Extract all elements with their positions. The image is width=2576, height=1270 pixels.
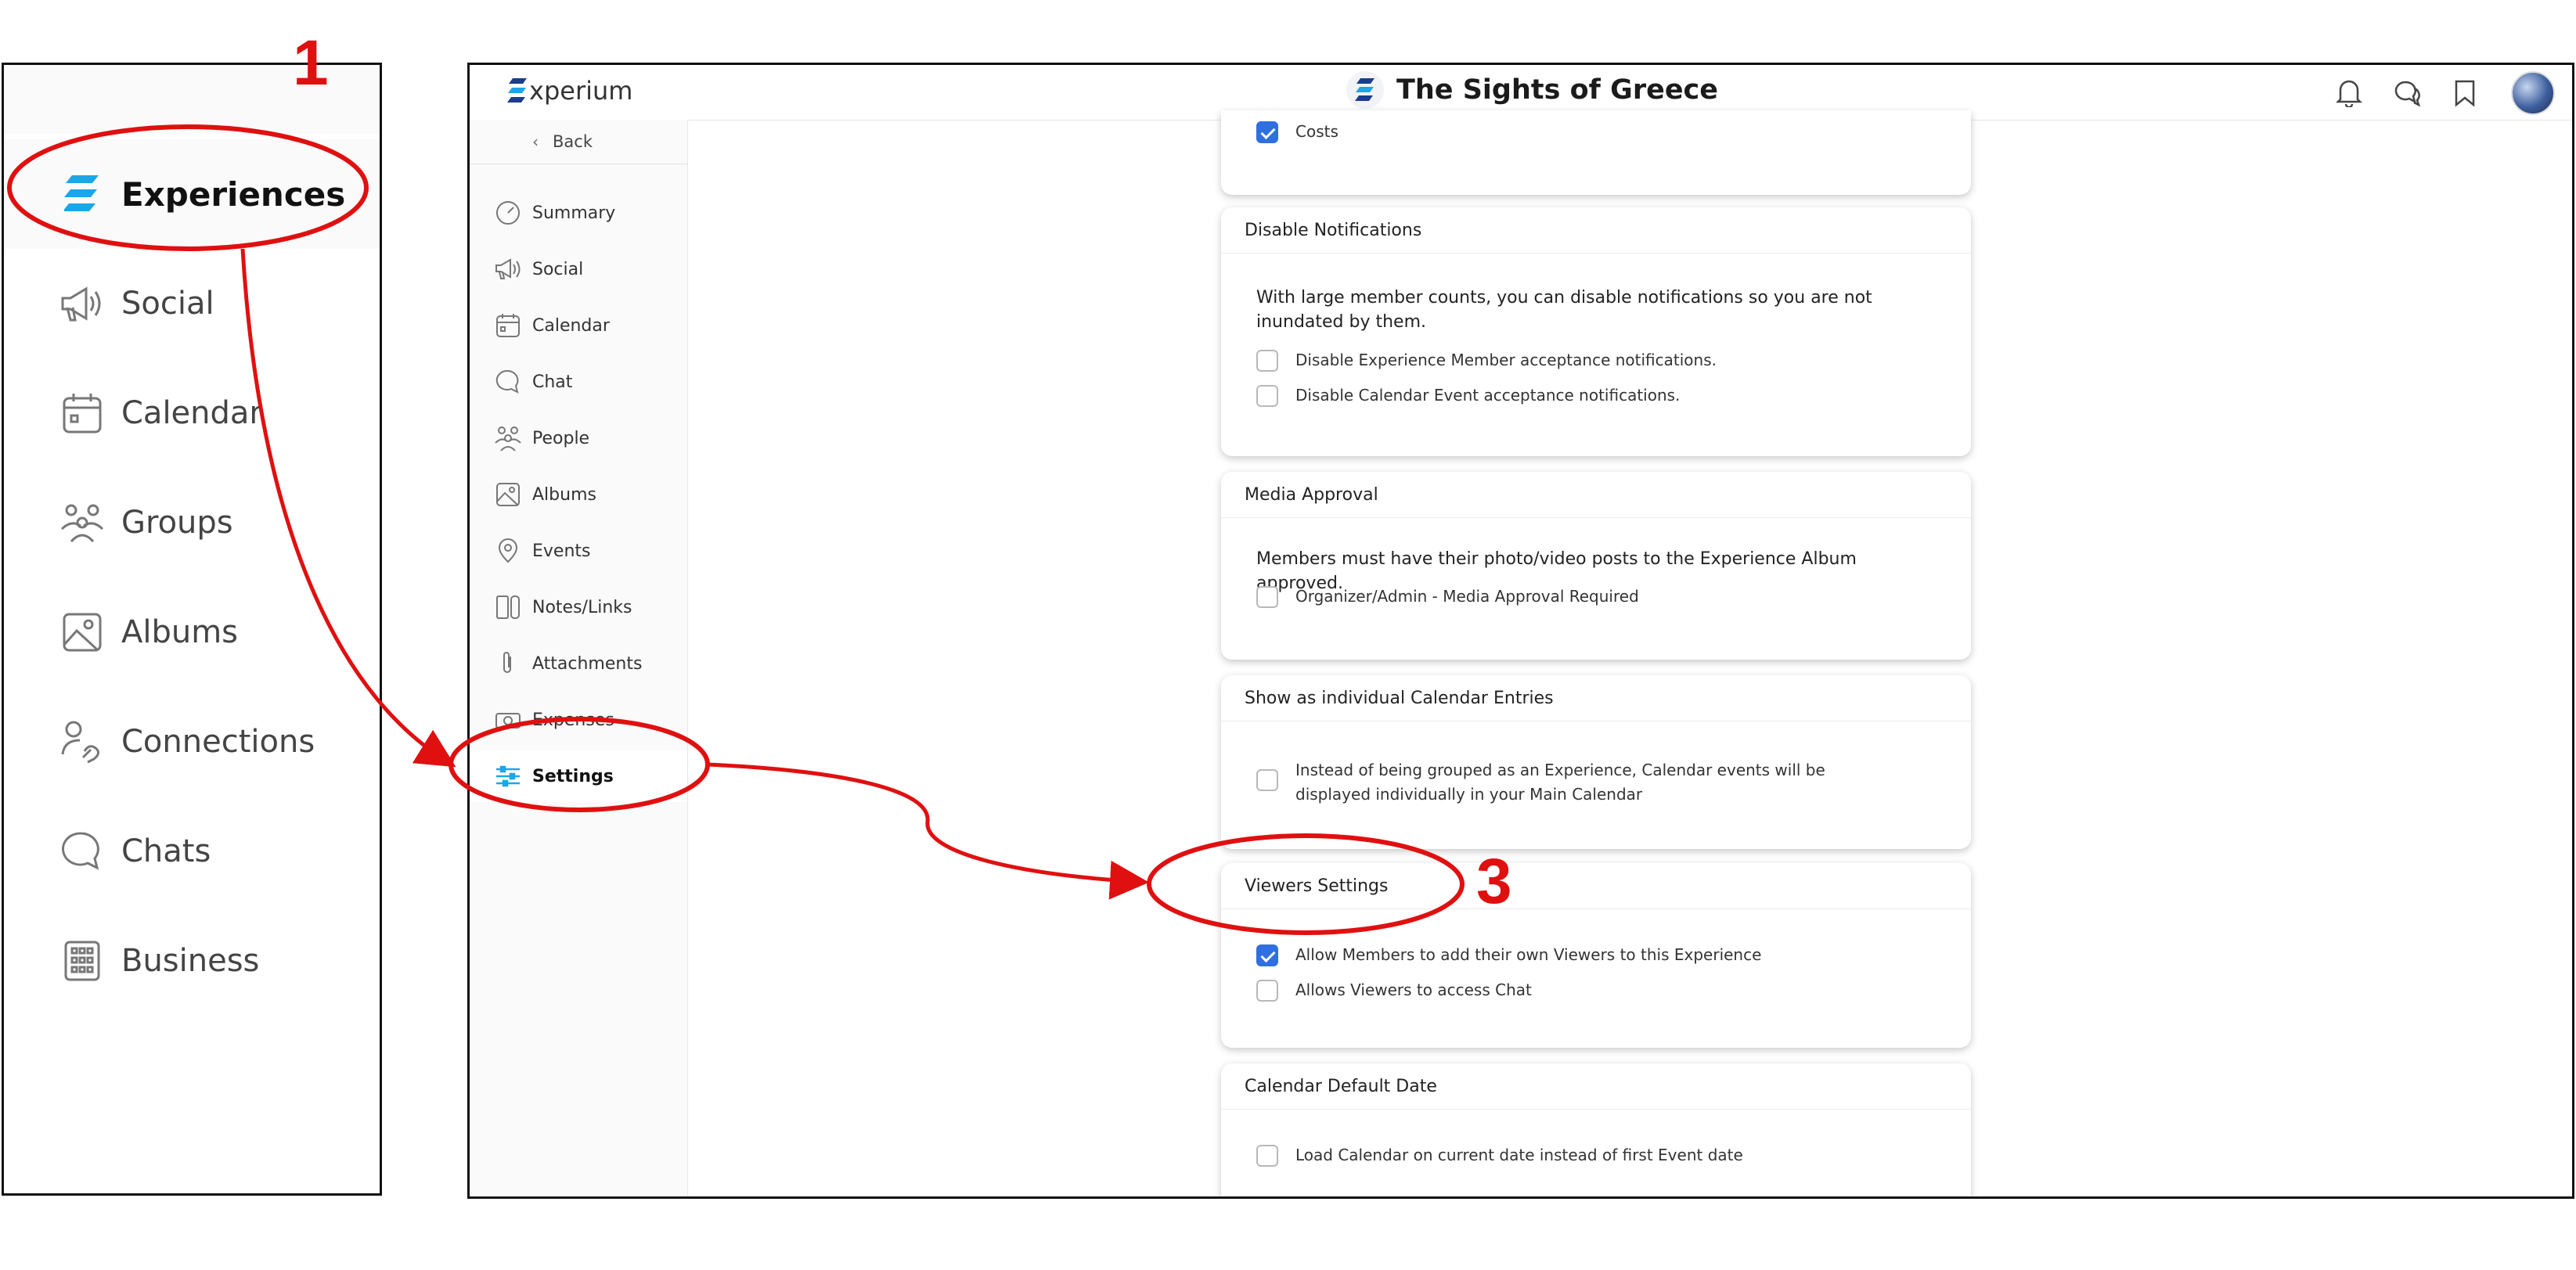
annotation-overlay [7, 124, 1465, 935]
arrow-experiences-to-settings [240, 248, 456, 768]
arrow-settings-to-viewers [707, 762, 1149, 900]
highlight-settings-ellipse [449, 717, 710, 812]
highlight-experiences-ellipse [7, 124, 369, 251]
highlight-viewers-settings-ellipse [1147, 833, 1465, 935]
